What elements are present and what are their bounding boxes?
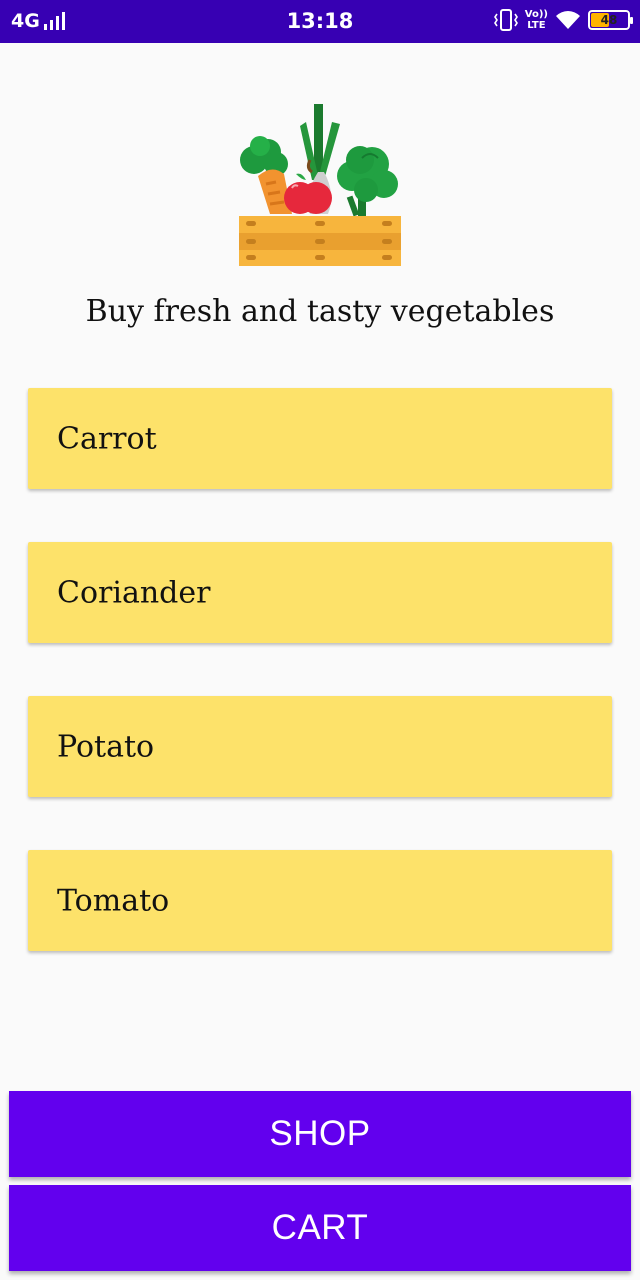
list-item-potato[interactable]: Potato xyxy=(28,696,612,797)
list-item-label: Carrot xyxy=(57,421,157,456)
volte-bottom-text: LTE xyxy=(527,20,546,31)
tagline: Buy fresh and tasty vegetables xyxy=(85,294,555,329)
vibrate-icon xyxy=(493,9,518,31)
cart-button[interactable]: CART xyxy=(9,1185,631,1271)
wifi-icon xyxy=(556,11,580,29)
list-item-label: Coriander xyxy=(57,575,211,610)
list-item-tomato[interactable]: Tomato xyxy=(28,850,612,951)
list-item-coriander[interactable]: Coriander xyxy=(28,542,612,643)
vegetable-basket-icon xyxy=(239,104,401,266)
volte-top-text: Vo)) xyxy=(524,9,548,20)
status-bar: 4G 13:18 Vo)) LTE 48 xyxy=(0,0,640,43)
list-item-label: Tomato xyxy=(57,883,170,918)
shop-button[interactable]: SHOP xyxy=(9,1091,631,1177)
battery-icon: 48 xyxy=(588,10,633,30)
list-item-label: Potato xyxy=(57,729,155,764)
vegetable-list: Carrot Coriander Potato Tomato xyxy=(28,388,612,1004)
status-right: Vo)) LTE 48 xyxy=(493,9,633,31)
list-item-carrot[interactable]: Carrot xyxy=(28,388,612,489)
volte-icon: Vo)) LTE xyxy=(525,9,548,31)
battery-level: 48 xyxy=(600,13,618,27)
